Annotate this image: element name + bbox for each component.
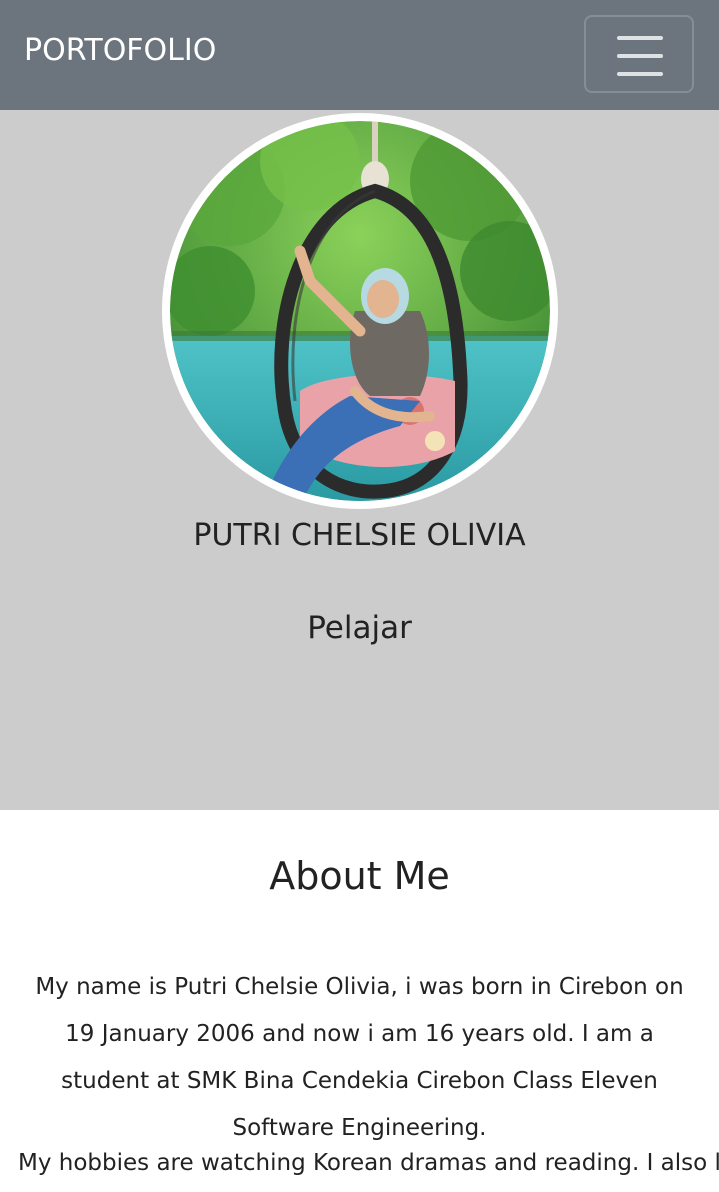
profile-name: PUTRI CHELSIE OLIVIA [193,518,526,553]
menu-toggle-button[interactable] [584,15,694,93]
hamburger-menu-icon-bar [617,72,663,76]
hamburger-menu-icon-bar [617,54,663,58]
navbar: PORTOFOLIO [0,0,719,110]
profile-role: Pelajar [307,610,412,646]
about-heading: About Me [269,854,450,898]
about-paragraph: My hobbies are watching Korean dramas an… [18,1150,719,1176]
hamburger-menu-icon [617,36,663,40]
brand-logo[interactable]: PORTOFOLIO [24,33,216,68]
hero-wave-divider [0,690,719,797]
profile-photo-image [170,121,550,501]
about-paragraph: My name is Putri Chelsie Olivia, i was b… [35,974,684,1141]
profile-photo [162,113,558,509]
